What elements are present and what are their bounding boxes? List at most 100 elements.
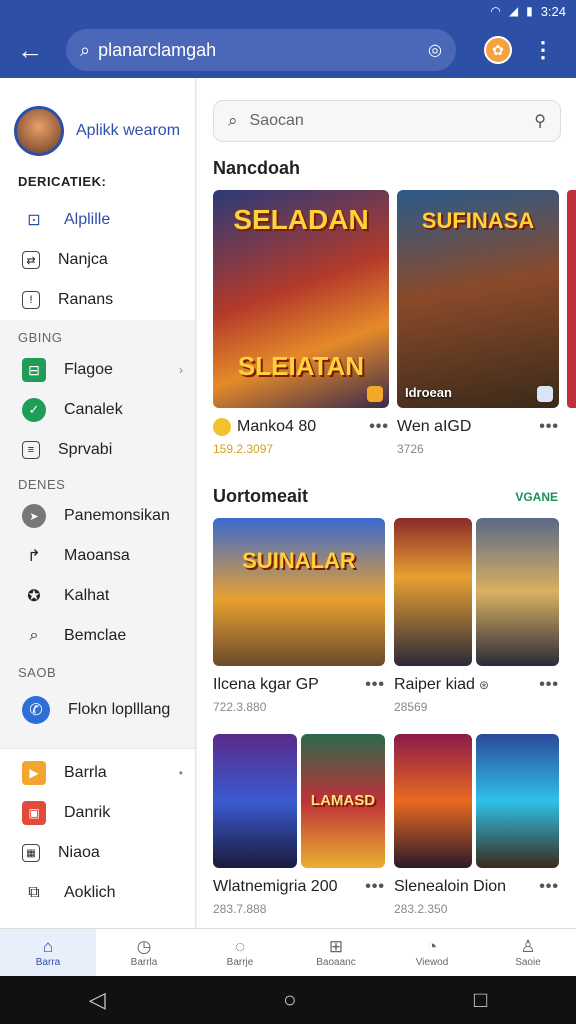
game-art[interactable] [476,734,559,868]
card-meta: Wlatnemigria 200 ••• [213,878,385,896]
featured-card[interactable]: SUFINASA Idroean Wen aIGD ••• 3726 [397,190,559,456]
nav-item-barra[interactable]: ⌂ Barra [0,929,96,976]
search-text: planarclamgah [98,39,217,60]
view-all-link[interactable]: VGANE [515,490,558,504]
game-art-pair[interactable] [394,734,559,868]
card-title: Slenealoin Dion [394,878,507,895]
game-art[interactable] [213,734,297,868]
lens-icon[interactable]: ◎ [428,40,442,60]
art-title: SELADAN [233,204,369,235]
game-art[interactable] [394,518,472,666]
more-icon[interactable]: ••• [539,878,559,896]
game-art[interactable]: SUFINASA Idroean [397,190,559,408]
app-badge-icon [537,386,553,402]
sidebar-item-danrik[interactable]: ▣ Danrik [0,793,195,833]
share-icon: ↱ [27,548,41,565]
grid-icon: ⊟ [22,358,46,382]
more-icon[interactable]: ••• [369,418,389,436]
nav-item-saoie[interactable]: ♙ Saoie [480,929,576,976]
sidebar-item-maoansa[interactable]: ↱ Maoansa [0,536,195,576]
sidebar: Aplikk wearom DERICATIEK: ⊡ Alplille ⇄ N… [0,78,196,928]
game-card[interactable]: Slenealoin Dion ••• 283.2.350 [394,734,559,916]
search-icon: ⌕ [228,111,238,130]
game-card[interactable]: LAMASD Wlatnemigria 200 ••• 283.7.888 [213,734,385,916]
search-input[interactable]: ⌕ planarclamgah ◎ [66,29,456,71]
nav-item-barrla[interactable]: ◷ Barrla [96,929,192,976]
main-content: ⌕ Saocan ⚲ Nancdoah SELADAN SLEIATAN Man… [197,78,576,928]
more-icon[interactable]: ••• [539,676,559,694]
game-art[interactable] [476,518,559,666]
game-art[interactable] [394,734,472,868]
content-search-input[interactable]: ⌕ Saocan ⚲ [213,100,561,142]
card-title: Manko4 80 [237,418,317,435]
sidebar-item-label: Ranans [58,291,114,308]
sidebar-item-label: Flokn loplllang [68,701,171,718]
featured-card[interactable]: SELADAN SLEIATAN Manko4 80 ••• 159.2.309… [213,190,389,456]
game-art-pair[interactable] [394,518,559,666]
sidebar-item-alplille[interactable]: ⊡ Alplille [0,200,195,240]
apps-icon: ⊞ [328,937,344,956]
nav-label: Baoaanc [316,957,356,968]
sidebar-item-barrla[interactable]: ▶ Barrla • [0,753,195,793]
bag-icon: ⊡ [27,212,41,229]
game-art-pair[interactable]: LAMASD [213,734,385,868]
nav-label: Barrla [130,957,158,968]
sidebar-item-canalek[interactable]: ✓ Canalek [0,390,195,430]
card-meta: Manko4 80 ••• [213,418,389,436]
nav-item-barrje[interactable]: ◌ Barrje [192,929,288,976]
recents-square-icon[interactable]: □ [474,987,487,1013]
sidebar-item-niaoa[interactable]: ▦ Niaoa [0,833,195,873]
sidebar-item-aoklich[interactable]: ⧉ Aoklich [0,873,195,913]
art-subtitle: SLEIATAN [237,351,365,381]
sidebar-item-sprvabi[interactable]: ≡ Sprvabi [0,430,195,470]
card-subtitle: 722.3.880 [213,700,267,714]
sidebar-item-label: Bemclae [64,627,127,644]
sidebar-item-ranans[interactable]: ! Ranans [0,280,195,320]
card-subtitle: 3726 [397,442,424,456]
section-header: GBING [18,330,63,345]
more-icon[interactable]: ••• [365,676,385,694]
sidebar-item-label: Alplille [64,211,111,228]
home-circle-icon[interactable]: ○ [283,987,296,1013]
sidebar-item-label: Barrla [64,764,107,781]
card-title: Wlatnemigria 200 [213,878,338,895]
avatar[interactable]: ✿ [484,36,512,64]
profile[interactable]: Aplikk wearom [0,78,195,166]
sidebar-item-nanjca[interactable]: ⇄ Nanjca [0,240,195,280]
sidebar-item-label: Aoklich [64,884,116,901]
wifi-icon: ◠ [490,4,501,18]
sidebar-item-kalhat[interactable]: ✪ Kalhat [0,576,195,616]
status-time: 3:24 [540,3,566,19]
doc-icon: ⇄ [22,251,40,269]
status-bar: ◠ ◢ ▮ 3:24 [0,0,576,22]
card-title: Raiper kiad [394,676,475,693]
list-icon: ≡ [22,441,40,459]
system-nav-bar: ◁ ○ □ [0,976,576,1024]
mic-icon[interactable]: ⚲ [534,111,546,131]
game-art[interactable]: SELADAN SLEIATAN [213,190,389,408]
card-subtitle: 159.2.3097 [213,442,274,456]
search-icon: ⌕ [80,39,91,60]
nav-item-viewod[interactable]: ◔ Viewod [384,929,480,976]
game-card[interactable]: Raiper kiad ⊛ ••• 28569 [394,518,559,714]
game-art[interactable]: LAMASD [301,734,385,868]
sidebar-item-bemclae[interactable]: ⌕ Bemclae [0,616,195,656]
sidebar-item-panemonsikan[interactable]: ➤ Panemonsikan [0,496,195,536]
sidebar-item-flagoe[interactable]: ⊟ Flagoe › [0,350,195,390]
bottom-nav: ⌂ Barra ◷ Barrla ◌ Barrje ⊞ Baoaanc ◔ Vi… [0,928,576,976]
more-icon[interactable]: ••• [365,878,385,896]
peek-card[interactable] [567,190,576,408]
game-card[interactable]: SUINALAR Ilcena kgar GP ••• 722.3.880 [213,518,385,714]
sidebar-item-flokn[interactable]: ✆ Flokn loplllang [0,686,195,734]
nav-label: Saoie [515,957,541,968]
game-art[interactable]: SUINALAR [213,518,385,666]
profile-name: Aplikk wearom [76,122,181,139]
more-icon[interactable]: ••• [539,418,559,436]
back-triangle-icon[interactable]: ◁ [89,987,106,1013]
chevron-right-icon: › [179,363,183,377]
nav-item-baoaanc[interactable]: ⊞ Baoaanc [288,929,384,976]
art-caption: Idroean [405,385,452,400]
back-arrow-icon[interactable]: ← [12,32,48,68]
more-vert-icon[interactable]: ⋮ [532,37,554,63]
sidebar-item-label: Canalek [64,401,123,418]
